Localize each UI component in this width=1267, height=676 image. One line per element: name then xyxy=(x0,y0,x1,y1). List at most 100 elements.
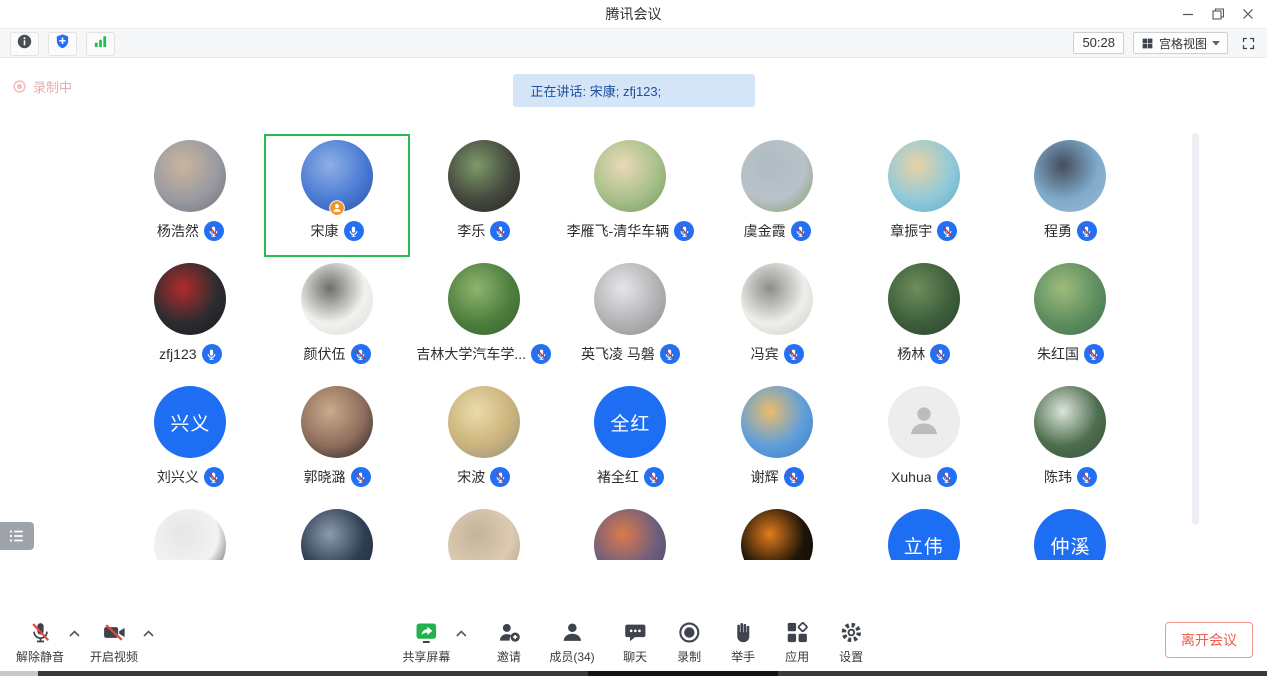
participant-tile[interactable]: 谢辉 xyxy=(704,380,851,503)
mic-muted-icon xyxy=(27,619,54,646)
participant-name: 吉林大学汽车学... xyxy=(416,344,526,364)
participant-tile[interactable]: 章振宇 xyxy=(850,134,997,257)
participant-tile[interactable]: 杨浩然 xyxy=(117,134,264,257)
participant-name-row: zfj123 xyxy=(159,344,221,364)
participant-avatar xyxy=(301,263,373,335)
participant-tile[interactable]: 虞金霞 xyxy=(704,134,851,257)
participant-avatar xyxy=(888,263,960,335)
share-chevron-up-icon[interactable] xyxy=(454,627,467,640)
members-button[interactable]: 成员(34) xyxy=(549,619,594,665)
participant-tile[interactable]: 宋康 xyxy=(264,134,411,257)
participant-tile[interactable]: 冯宾 xyxy=(704,257,851,380)
participant-tile[interactable]: 杨林 xyxy=(850,257,997,380)
hand-button[interactable]: 举手 xyxy=(730,619,757,665)
participant-avatar xyxy=(594,140,666,212)
grid-scrollbar[interactable] xyxy=(1192,133,1199,525)
chat-icon xyxy=(622,619,649,646)
unmute-label: 解除静音 xyxy=(16,648,64,665)
participant-tile[interactable]: 吉林大学汽车学... xyxy=(410,257,557,380)
shield-plus-icon xyxy=(54,33,71,55)
participant-tile[interactable]: 宋波 xyxy=(410,380,557,503)
network-signal-button[interactable] xyxy=(86,32,115,56)
participant-tile[interactable] xyxy=(410,503,557,560)
network-signal-icon xyxy=(92,33,109,55)
record-button[interactable]: 录制 xyxy=(676,619,703,665)
participant-tile[interactable]: 英飞凌 马磐 xyxy=(557,257,704,380)
info-button[interactable] xyxy=(10,32,39,56)
participant-tile[interactable]: 颜伏伍 xyxy=(264,257,411,380)
top-toolbar: 50:28 宫格视图 xyxy=(0,28,1267,58)
video-button[interactable]: 开启视频 xyxy=(90,619,138,665)
participant-tile[interactable]: 李雁飞-清华车辆 xyxy=(557,134,704,257)
member-list-toggle[interactable] xyxy=(0,522,34,550)
title-bar: 腾讯会议 xyxy=(0,0,1267,28)
participant-tile[interactable]: 郭晓潞 xyxy=(264,380,411,503)
video-chevron-up-icon[interactable] xyxy=(142,627,155,640)
default-person-icon xyxy=(904,400,944,445)
mic-muted-icon xyxy=(204,221,224,241)
participant-name: 朱红国 xyxy=(1037,344,1079,364)
participant-name-row: 程勇 xyxy=(1044,221,1097,241)
participant-tile[interactable]: 陈玮 xyxy=(997,380,1144,503)
participant-name: 英飞凌 马磐 xyxy=(581,344,655,364)
mic-muted-icon xyxy=(1077,221,1097,241)
participant-name: 章振宇 xyxy=(890,221,932,241)
participant-name-row: 宋康 xyxy=(311,221,364,241)
participant-avatar xyxy=(1034,140,1106,212)
apps-button[interactable]: 应用 xyxy=(784,619,811,665)
fullscreen-button[interactable] xyxy=(1237,32,1259,54)
top-toolbar-left xyxy=(10,32,115,56)
unmute-button[interactable]: 解除静音 xyxy=(16,619,64,665)
host-badge-icon xyxy=(329,200,345,216)
participant-tile[interactable]: 仲溪 xyxy=(997,503,1144,560)
mic-muted-icon xyxy=(204,467,224,487)
invite-button[interactable]: 邀请 xyxy=(495,619,522,665)
mic-on-icon xyxy=(202,344,222,364)
restore-icon xyxy=(1212,8,1224,20)
settings-icon xyxy=(838,619,865,646)
participant-name-row: 吉林大学汽车学... xyxy=(416,344,551,364)
participant-tile[interactable] xyxy=(264,503,411,560)
hand-label: 举手 xyxy=(731,648,755,665)
restore-button[interactable] xyxy=(1203,0,1233,28)
participant-name-row: 杨林 xyxy=(897,344,950,364)
chat-button[interactable]: 聊天 xyxy=(622,619,649,665)
mic-on-icon xyxy=(344,221,364,241)
close-button[interactable] xyxy=(1233,0,1263,28)
minimize-button[interactable] xyxy=(1173,0,1203,28)
unmute-chevron-up-icon[interactable] xyxy=(68,627,81,640)
mic-muted-icon xyxy=(490,467,510,487)
participant-tile[interactable] xyxy=(117,503,264,560)
participant-avatar: 仲溪 xyxy=(1034,509,1106,560)
participant-tile[interactable] xyxy=(704,503,851,560)
shield-plus-button[interactable] xyxy=(48,32,77,56)
mic-muted-icon xyxy=(937,221,957,241)
participant-avatar xyxy=(154,509,226,560)
participant-tile[interactable]: 立伟 xyxy=(850,503,997,560)
members-label: 成员(34) xyxy=(549,648,594,665)
participant-name: 谢辉 xyxy=(751,467,779,487)
participant-name-row: 李乐 xyxy=(457,221,510,241)
participant-tile[interactable]: 程勇 xyxy=(997,134,1144,257)
record-label: 录制 xyxy=(677,648,701,665)
participant-tile[interactable]: 全红褚全红 xyxy=(557,380,704,503)
participant-tile[interactable]: 李乐 xyxy=(410,134,557,257)
participant-tile[interactable] xyxy=(557,503,704,560)
participant-avatar xyxy=(448,509,520,560)
participant-tile[interactable]: 朱红国 xyxy=(997,257,1144,380)
participant-name-row: 朱红国 xyxy=(1037,344,1104,364)
meeting-timer: 50:28 xyxy=(1073,32,1124,54)
leave-meeting-button[interactable]: 离开会议 xyxy=(1165,622,1253,658)
participant-avatar xyxy=(741,509,813,560)
participant-tile[interactable]: Xuhua xyxy=(850,380,997,503)
top-toolbar-right: 50:28 宫格视图 xyxy=(1073,32,1259,54)
participant-tile[interactable]: zfj123 xyxy=(117,257,264,380)
mic-muted-icon xyxy=(644,467,664,487)
settings-button[interactable]: 设置 xyxy=(838,619,865,665)
participant-name: 颜伏伍 xyxy=(304,344,346,364)
participant-tile[interactable]: 兴义刘兴义 xyxy=(117,380,264,503)
share-button[interactable]: 共享屏幕 xyxy=(402,619,450,665)
participant-avatar xyxy=(301,140,373,212)
layout-view-button[interactable]: 宫格视图 xyxy=(1133,32,1228,54)
participant-name-row: 颜伏伍 xyxy=(304,344,371,364)
